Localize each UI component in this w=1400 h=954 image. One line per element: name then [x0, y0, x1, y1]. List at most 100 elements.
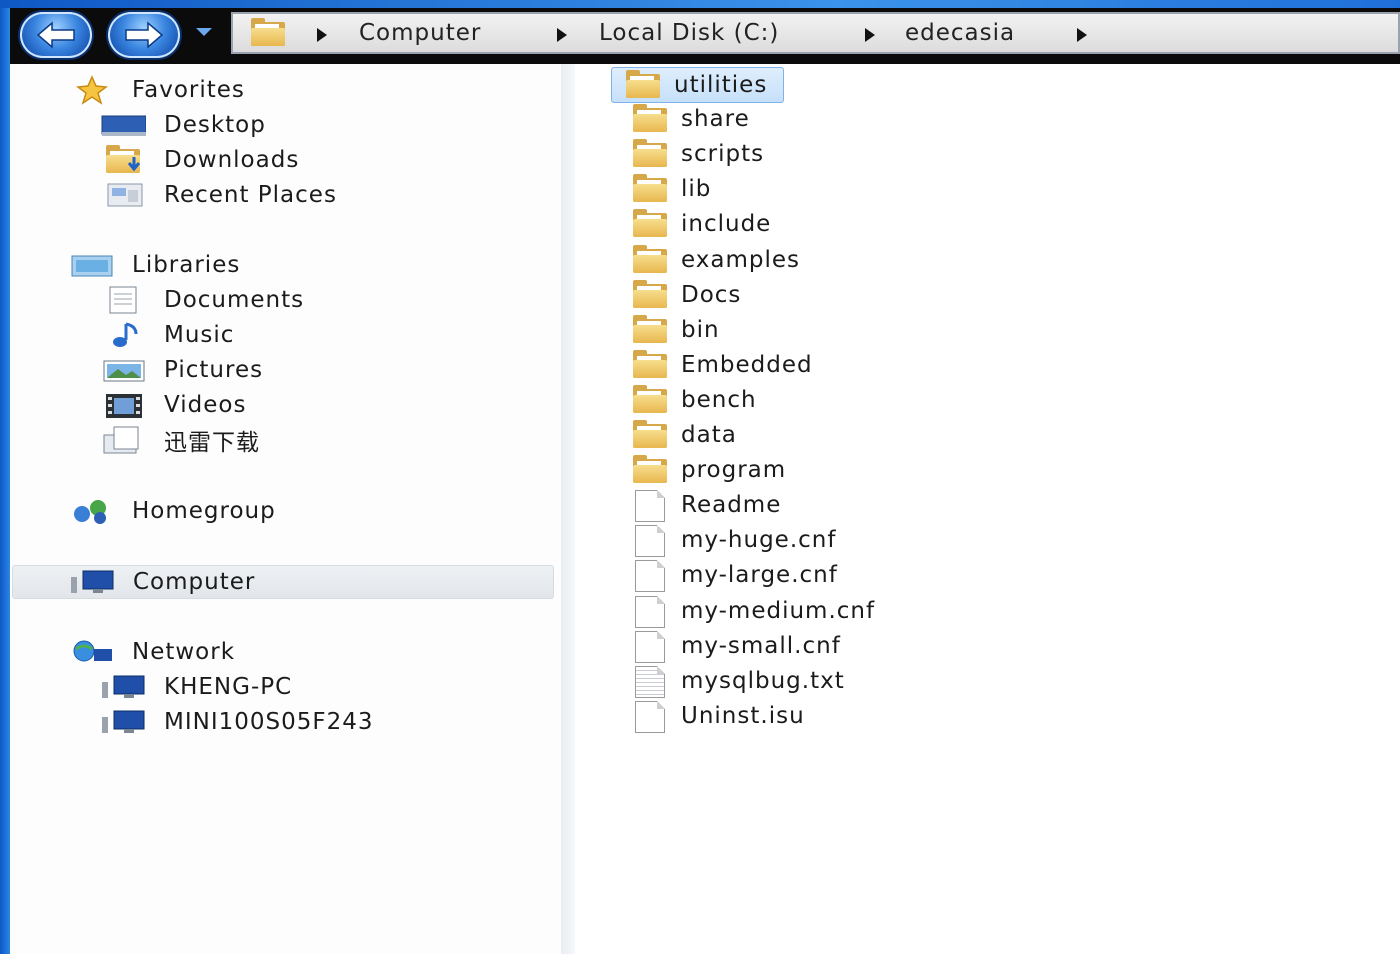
tree-label: MINI100S05F243 [164, 709, 374, 735]
chevron-right-icon[interactable] [1077, 28, 1087, 42]
folder-item[interactable]: Docs [629, 278, 741, 312]
tree-label: Libraries [132, 252, 241, 278]
item-name: include [681, 211, 772, 238]
item-name: bench [681, 386, 757, 413]
item-name: my-large.cnf [681, 562, 838, 589]
file-item[interactable]: my-medium.cnf [629, 594, 875, 628]
tree-label: Desktop [164, 112, 266, 138]
folder-item[interactable]: scripts [629, 137, 764, 171]
folder-icon [629, 384, 669, 415]
folder-item[interactable]: lib [629, 172, 711, 206]
text-file-icon [629, 665, 669, 698]
file-item[interactable]: my-small.cnf [629, 629, 841, 663]
recent-pages-dropdown[interactable] [196, 28, 212, 36]
item-name: program [681, 457, 787, 484]
breadcrumb-local-disk[interactable]: Local Disk (C:) [599, 20, 779, 46]
item-name: scripts [681, 141, 765, 168]
tree-label: KHENG-PC [164, 674, 293, 700]
item-name: data [681, 422, 737, 448]
item-name: utilities [674, 72, 768, 98]
window-frame-left [0, 0, 10, 954]
tree-videos[interactable]: Videos [100, 388, 246, 422]
star-icon [68, 75, 114, 105]
folder-icon [629, 104, 669, 134]
desktop-icon [100, 110, 147, 140]
window-frame-top [0, 0, 1400, 8]
network-icon [68, 637, 114, 667]
tree-libraries[interactable]: Libraries [68, 248, 240, 282]
tree-network-kheng-pc[interactable]: KHENG-PC [100, 670, 292, 704]
folder-icon [247, 18, 285, 48]
folder-item[interactable]: share [629, 102, 750, 136]
tree-downloads[interactable]: Downloads [100, 143, 299, 177]
folder-item[interactable]: data [629, 418, 737, 452]
file-icon [629, 490, 669, 523]
tree-favorites[interactable]: Favorites [68, 73, 245, 107]
file-item[interactable]: my-huge.cnf [629, 523, 837, 558]
folder-icon [629, 349, 669, 380]
tree-label: Music [164, 322, 235, 348]
file-item[interactable]: my-large.cnf [629, 558, 838, 593]
folder-icon [629, 209, 669, 239]
tree-label: Favorites [132, 77, 245, 103]
back-button[interactable] [20, 12, 92, 58]
computer-icon [100, 672, 146, 702]
chevron-right-icon[interactable] [865, 28, 875, 42]
file-list: utilities share scripts lib include examples D… [575, 64, 1400, 954]
film-strip-icon [100, 390, 146, 420]
breadcrumb-computer[interactable]: Computer [359, 20, 481, 46]
item-name: my-huge.cnf [681, 527, 837, 554]
tree-computer[interactable]: Computer [12, 565, 554, 599]
item-name: Uninst.isu [681, 702, 805, 729]
folder-item[interactable]: bin [629, 313, 720, 347]
folder-icon [629, 420, 669, 450]
file-item[interactable]: mysqlbug.txt [629, 664, 845, 698]
folder-icon [629, 314, 669, 345]
folder-item[interactable]: Embedded [629, 348, 813, 382]
chevron-right-icon[interactable] [557, 28, 567, 42]
chevron-right-icon[interactable] [317, 28, 327, 42]
forward-arrow-icon [125, 21, 164, 49]
tree-label: Downloads [164, 147, 300, 173]
file-icon [629, 630, 669, 663]
tree-network-mini[interactable]: MINI100S05F243 [100, 705, 374, 739]
item-name: bin [681, 316, 720, 343]
folder-item[interactable]: examples [629, 243, 800, 277]
file-icon [629, 700, 669, 733]
libraries-icon [68, 250, 114, 280]
tree-label: Pictures [164, 357, 264, 383]
pane-splitter[interactable] [561, 64, 575, 954]
tree-label: 迅雷下载 [164, 430, 260, 456]
tree-documents[interactable]: Documents [100, 283, 304, 317]
downloads-icon [100, 145, 146, 175]
back-arrow-icon [36, 21, 75, 49]
item-name: Embedded [681, 351, 813, 378]
tree-label: Computer [133, 569, 256, 595]
folder-icon [629, 139, 669, 169]
tree-recent-places[interactable]: Recent Places [100, 178, 337, 212]
tree-homegroup[interactable]: Homegroup [68, 494, 276, 528]
folder-item[interactable]: program [629, 453, 786, 487]
file-item[interactable]: Readme [629, 488, 781, 523]
tree-xunlei-downloads[interactable]: 迅雷下载 [100, 423, 260, 457]
forward-button[interactable] [108, 12, 180, 58]
tree-desktop[interactable]: Desktop [100, 108, 266, 142]
breadcrumb-edecasia[interactable]: edecasia [905, 20, 1015, 46]
tree-network[interactable]: Network [68, 635, 235, 669]
address-bar[interactable]: Computer Local Disk (C:) edecasia [231, 12, 1400, 54]
folder-item[interactable]: bench [629, 383, 757, 417]
file-item[interactable]: Uninst.isu [629, 699, 805, 733]
item-name: my-medium.cnf [681, 597, 876, 624]
pictures-icon [100, 355, 146, 385]
tree-pictures[interactable]: Pictures [100, 353, 263, 387]
item-name: examples [681, 246, 800, 273]
tree-music[interactable]: Music [100, 318, 234, 352]
item-name: lib [681, 176, 712, 203]
navigation-pane: Favorites Desktop Downloads Recent Place… [10, 64, 561, 954]
computer-icon [100, 707, 146, 737]
file-icon [629, 525, 669, 558]
folder-icon [629, 279, 669, 310]
folder-item[interactable]: utilities [611, 67, 785, 103]
file-icon [629, 595, 669, 628]
folder-item[interactable]: include [629, 207, 771, 241]
